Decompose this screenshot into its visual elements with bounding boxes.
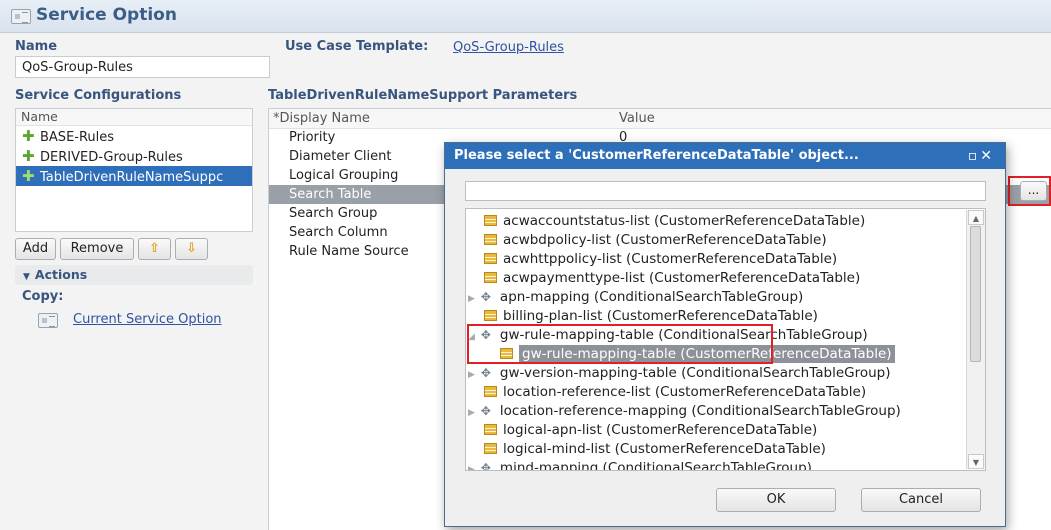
dialog-title: Please select a 'CustomerReferenceDataTa…	[454, 148, 859, 163]
plus-icon: ✚	[22, 167, 35, 185]
dialog-title-bar: Please select a 'CustomerReferenceDataTa…	[445, 143, 1005, 169]
scrollbar-thumb[interactable]	[970, 226, 981, 362]
list-item[interactable]: ✚ BASE-Rules	[16, 126, 252, 146]
parameters-title: TableDrivenRuleNameSupport Parameters	[268, 88, 578, 103]
header-bar: Service Option	[0, 0, 1051, 33]
dialog-window-controls[interactable]: ▫✕	[968, 143, 995, 169]
tree-item[interactable]: acwhttppolicy-list (CustomerReferenceDat…	[484, 250, 837, 269]
close-icon[interactable]: ✕	[980, 148, 995, 164]
form-icon	[38, 313, 58, 328]
expand-arrow-icon[interactable]: ▶	[468, 370, 475, 380]
name-field[interactable]: QoS-Group-Rules	[15, 56, 270, 78]
maximize-icon[interactable]: ▫	[968, 148, 981, 164]
tree-item[interactable]: acwaccountstatus-list (CustomerReference…	[484, 212, 865, 231]
current-service-option-link[interactable]: Current Service Option	[73, 312, 222, 327]
tree-item[interactable]: ▶ ✥ location-reference-mapping (Conditiona…	[468, 402, 901, 421]
scroll-down-icon[interactable]: ▼	[968, 454, 984, 469]
actions-section-header[interactable]: ▼ Actions	[15, 265, 253, 285]
tree-item-expanded[interactable]: ◢ ✥ gw-rule-mapping-table (ConditionalSear…	[468, 326, 868, 345]
group-icon: ✥	[480, 404, 491, 418]
cancel-button[interactable]: Cancel	[861, 488, 981, 512]
service-configurations-label: Service Configurations	[15, 88, 182, 103]
tree-item[interactable]: acwbdpolicy-list (CustomerReferenceDataT…	[484, 231, 827, 250]
tree-item[interactable]: logical-apn-list (CustomerReferenceDataT…	[484, 421, 817, 440]
object-tree: acwaccountstatus-list (CustomerReference…	[465, 208, 986, 471]
plus-icon: ✚	[22, 147, 35, 165]
expand-arrow-icon[interactable]: ▶	[468, 408, 475, 418]
table-icon	[484, 253, 497, 264]
remove-button[interactable]: Remove	[60, 238, 134, 260]
table-icon	[484, 386, 497, 397]
arrow-up-icon: ⇧	[149, 241, 160, 256]
form-icon	[11, 9, 31, 24]
column-header: *Display Name	[273, 111, 370, 126]
table-icon	[484, 234, 497, 245]
move-down-button[interactable]: ⇩	[175, 238, 208, 260]
table-header-row: *Display Name Value	[269, 109, 1051, 129]
table-icon	[484, 272, 497, 283]
tree-item[interactable]: billing-plan-list (CustomerReferenceData…	[484, 307, 818, 326]
column-header: Value	[619, 111, 655, 126]
select-object-dialog: Please select a 'CustomerReferenceDataTa…	[444, 142, 1006, 527]
dialog-filter-input[interactable]	[465, 181, 986, 201]
group-icon: ✥	[480, 290, 491, 304]
group-icon: ✥	[480, 366, 491, 380]
expand-arrow-icon[interactable]: ▶	[468, 294, 475, 304]
table-icon	[484, 424, 497, 435]
list-column-header: Name	[16, 109, 252, 126]
table-icon	[484, 443, 497, 454]
tree-item[interactable]: ▶ ✥ apn-mapping (ConditionalSearchTableGro…	[468, 288, 803, 307]
ok-button[interactable]: OK	[716, 488, 836, 512]
browse-button[interactable]: ...	[1020, 181, 1047, 201]
tree-item[interactable]: acwpaymenttype-list (CustomerReferenceDa…	[484, 269, 860, 288]
collapse-icon: ▼	[23, 272, 30, 282]
add-button[interactable]: Add	[15, 238, 56, 260]
service-configurations-list: Name ✚ BASE-Rules ✚ DERIVED-Group-Rules ✚ T…	[15, 108, 253, 232]
collapse-arrow-icon[interactable]: ◢	[468, 332, 475, 342]
tree-item-selected[interactable]: gw-rule-mapping-table (CustomerReference…	[500, 345, 895, 364]
move-up-button[interactable]: ⇧	[138, 238, 171, 260]
tree-item[interactable]: ▶ ✥ gw-version-mapping-table (ConditionalS…	[468, 364, 891, 383]
list-item[interactable]: ✚ DERIVED-Group-Rules	[16, 146, 252, 166]
tree-item[interactable]: logical-mind-list (CustomerReferenceData…	[484, 440, 826, 459]
use-case-template-link[interactable]: QoS-Group-Rules	[453, 40, 564, 55]
name-label: Name	[15, 39, 58, 54]
list-item-selected[interactable]: ✚ TableDrivenRuleNameSuppc	[16, 166, 252, 186]
plus-icon: ✚	[22, 127, 35, 145]
table-icon	[484, 215, 497, 226]
arrow-down-icon: ⇩	[186, 241, 197, 256]
tree-item[interactable]: ▶ ✥ mind-mapping (ConditionalSearchTableGr…	[468, 459, 812, 471]
table-icon	[484, 310, 497, 321]
use-case-label: Use Case Template:	[285, 39, 429, 54]
group-icon: ✥	[480, 461, 491, 471]
tree-scrollbar[interactable]: ▲ ▼	[966, 210, 985, 469]
copy-label: Copy:	[22, 289, 64, 304]
tree-item[interactable]: location-reference-list (CustomerReferen…	[484, 383, 866, 402]
scroll-up-icon[interactable]: ▲	[968, 210, 984, 225]
expand-arrow-icon[interactable]: ▶	[468, 465, 475, 470]
table-icon	[500, 348, 513, 359]
group-icon: ✥	[480, 328, 491, 342]
page-title: Service Option	[36, 5, 177, 25]
